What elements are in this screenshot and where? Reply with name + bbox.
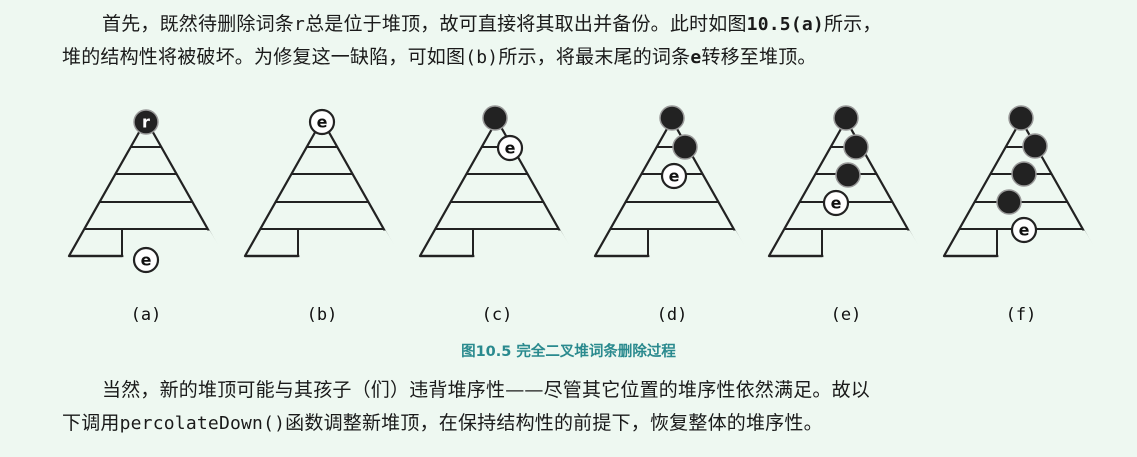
panel-label: (b) xyxy=(307,305,338,325)
node-dark xyxy=(843,134,869,160)
panel-label: (a) xyxy=(131,305,162,325)
node-dark xyxy=(1011,161,1037,187)
paragraph-conclusion-line-1: 当然，新的堆顶可能与其孩子（们）违背堆序性——尽管其它位置的堆序性依然满足。故以 xyxy=(102,379,871,401)
panel-label: (f) xyxy=(1006,305,1037,325)
node-e-label: e xyxy=(141,251,152,270)
panel-label: (c) xyxy=(482,305,513,325)
heap-missing-region xyxy=(648,230,753,259)
node-dark xyxy=(482,105,508,131)
node-e-label: e xyxy=(1019,221,1030,240)
node-dark xyxy=(1022,133,1048,159)
node-r-label: r xyxy=(142,113,150,132)
node-e-label: e xyxy=(669,167,680,186)
figure-caption: 图10.5 完全二叉堆词条删除过程 xyxy=(461,344,676,360)
node-dark xyxy=(835,162,861,188)
panel-label: (d) xyxy=(657,305,688,325)
node-dark xyxy=(996,189,1022,215)
node-dark xyxy=(659,105,685,131)
node-dark xyxy=(672,134,698,160)
heap-missing-region xyxy=(298,230,403,259)
heap-missing-region xyxy=(822,230,927,259)
node-e-label: e xyxy=(317,113,328,132)
paragraph-conclusion-line-2: 下调用percolateDown()函数调整新堆顶，在保持结构性的前提下，恢复整… xyxy=(62,412,823,434)
heap-deletion-figure: r e (a) e (b) e (c) e (d) e (e) e (f) xyxy=(67,105,1102,325)
node-e-label: e xyxy=(831,194,842,213)
panel-label: (e) xyxy=(831,305,862,325)
node-e-label: e xyxy=(505,139,516,158)
node-dark xyxy=(1008,105,1034,131)
node-dark xyxy=(833,105,859,131)
heap-missing-region xyxy=(473,230,578,259)
paragraph-conclusion: 当然，新的堆顶可能与其孩子（们）违背堆序性——尽管其它位置的堆序性依然满足。故以… xyxy=(62,374,1102,440)
